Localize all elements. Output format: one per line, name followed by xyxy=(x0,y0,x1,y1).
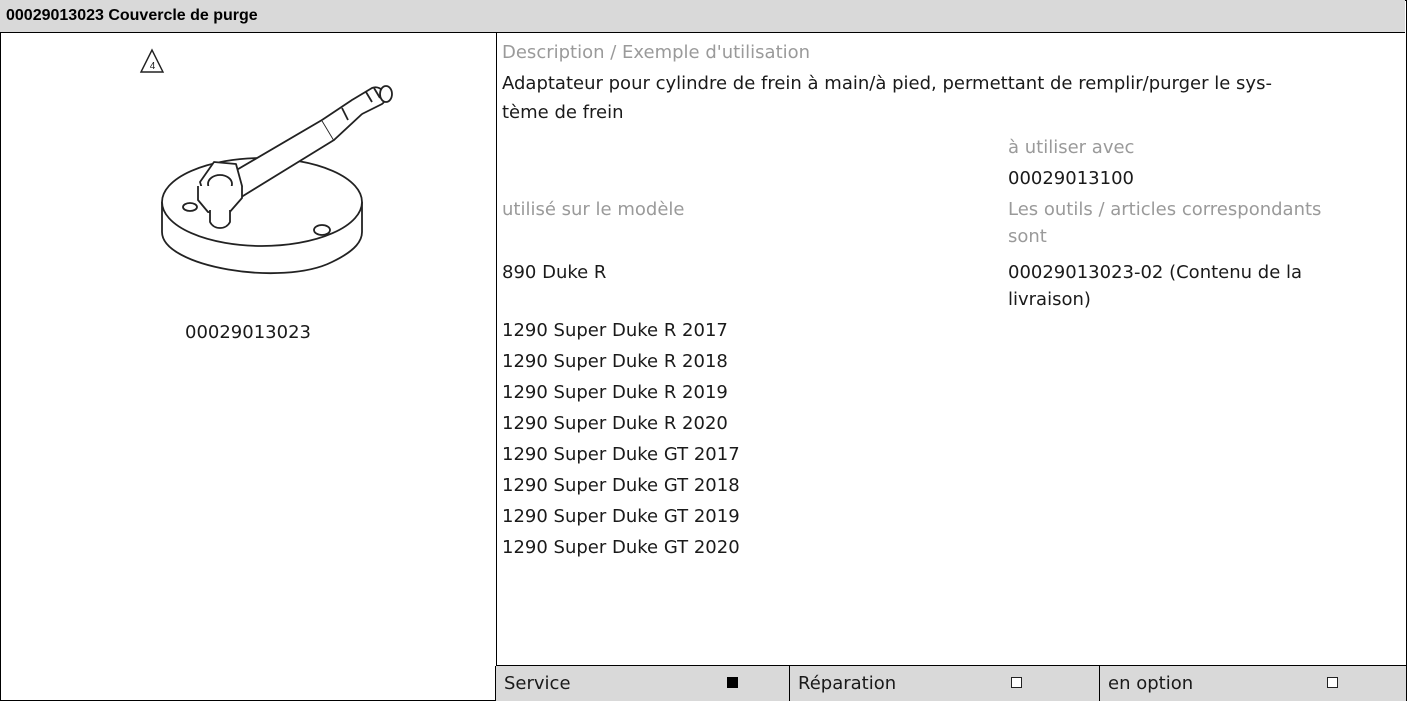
warning-number: 4 xyxy=(150,61,156,72)
model-item: 1290 Super Duke R 2020 xyxy=(502,413,728,434)
service-checkbox-icon xyxy=(727,677,738,688)
category-repair: Réparation xyxy=(789,666,1100,701)
category-service: Service xyxy=(495,666,790,701)
model-item: 890 Duke R xyxy=(502,262,607,283)
models-label: utilisé sur le modèle xyxy=(502,199,685,220)
category-bar: Service Réparation en option xyxy=(495,665,1407,701)
use-with-value: 00029013100 xyxy=(1008,168,1134,189)
card-title: 00029013023 Couvercle de purge xyxy=(6,7,258,24)
model-item: 1290 Super Duke GT 2017 xyxy=(502,444,740,465)
related-value-line1: 00029013023-02 (Contenu de la xyxy=(1008,262,1303,283)
related-label-line2: sont xyxy=(1008,226,1047,247)
related-label-line1: Les outils / articles correspondants xyxy=(1008,199,1322,220)
bleed-cover-illustration xyxy=(161,85,393,275)
category-optional-label: en option xyxy=(1108,673,1194,694)
related-value-line2: livraison) xyxy=(1008,289,1091,310)
model-item: 1290 Super Duke GT 2019 xyxy=(502,506,740,527)
use-with-label: à utiliser avec xyxy=(1008,137,1135,158)
model-item: 1290 Super Duke R 2017 xyxy=(502,320,728,341)
description-text-line2: tème de frein xyxy=(502,102,624,123)
column-divider xyxy=(496,33,497,700)
model-item: 1290 Super Duke GT 2018 xyxy=(502,475,740,496)
description-label: Description / Exemple d'utilisation xyxy=(502,42,811,63)
category-repair-label: Réparation xyxy=(798,673,897,694)
figure-part-number: 00029013023 xyxy=(185,322,311,343)
card-header: 00029013023 Couvercle de purge xyxy=(0,0,1405,33)
model-item: 1290 Super Duke GT 2020 xyxy=(502,537,740,558)
repair-checkbox-icon xyxy=(1011,677,1022,688)
warning-triangle-icon: 4 xyxy=(139,48,165,73)
category-optional: en option xyxy=(1099,666,1407,701)
optional-checkbox-icon xyxy=(1327,677,1338,688)
description-text-line1: Adaptateur pour cylindre de frein à main… xyxy=(502,73,1272,94)
model-item: 1290 Super Duke R 2018 xyxy=(502,351,728,372)
category-service-label: Service xyxy=(504,673,571,694)
model-item: 1290 Super Duke R 2019 xyxy=(502,382,728,403)
